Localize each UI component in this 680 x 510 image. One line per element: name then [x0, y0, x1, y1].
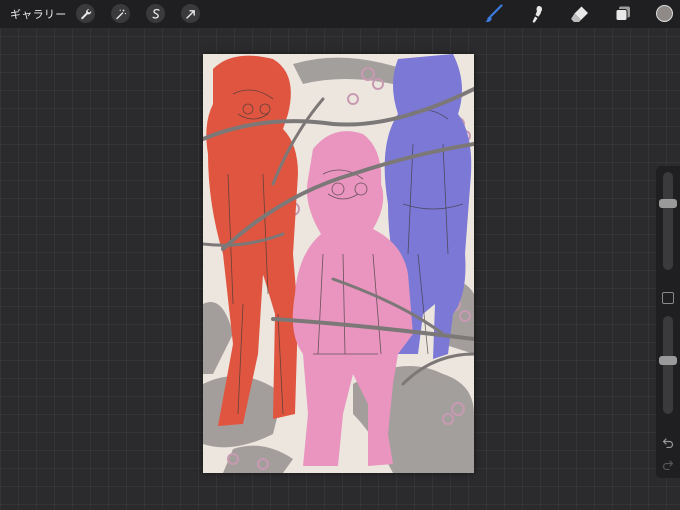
eraser-icon: [571, 6, 588, 22]
undo-icon[interactable]: [662, 436, 674, 448]
transform-button[interactable]: [181, 4, 200, 23]
adjustments-button[interactable]: [111, 4, 130, 23]
drawing-canvas[interactable]: [203, 54, 474, 473]
selection-button[interactable]: [146, 4, 165, 23]
redo-icon[interactable]: [662, 458, 674, 470]
artwork-illustration: [203, 54, 474, 473]
transform-arrow-icon: [185, 9, 195, 19]
brush-size-slider[interactable]: [663, 172, 673, 270]
brush-size-handle[interactable]: [659, 198, 677, 208]
brush-icon: [485, 4, 503, 23]
brush-button[interactable]: [484, 4, 504, 24]
gallery-button[interactable]: ギャラリー: [10, 6, 67, 22]
modify-button[interactable]: [662, 292, 674, 304]
actions-button[interactable]: [76, 4, 95, 23]
selection-icon: [152, 8, 160, 19]
color-picker-swatch[interactable]: [656, 5, 673, 22]
opacity-handle[interactable]: [659, 356, 677, 366]
layers-button[interactable]: [613, 4, 633, 24]
smudge-icon: [532, 6, 542, 23]
smudge-button[interactable]: [527, 4, 547, 24]
eraser-button[interactable]: [570, 4, 590, 24]
top-toolbar: ギャラリー: [0, 0, 680, 28]
magic-wand-icon: [115, 8, 126, 19]
right-sidebar: [656, 166, 680, 478]
wrench-icon: [80, 8, 91, 19]
layers-icon: [615, 6, 630, 21]
